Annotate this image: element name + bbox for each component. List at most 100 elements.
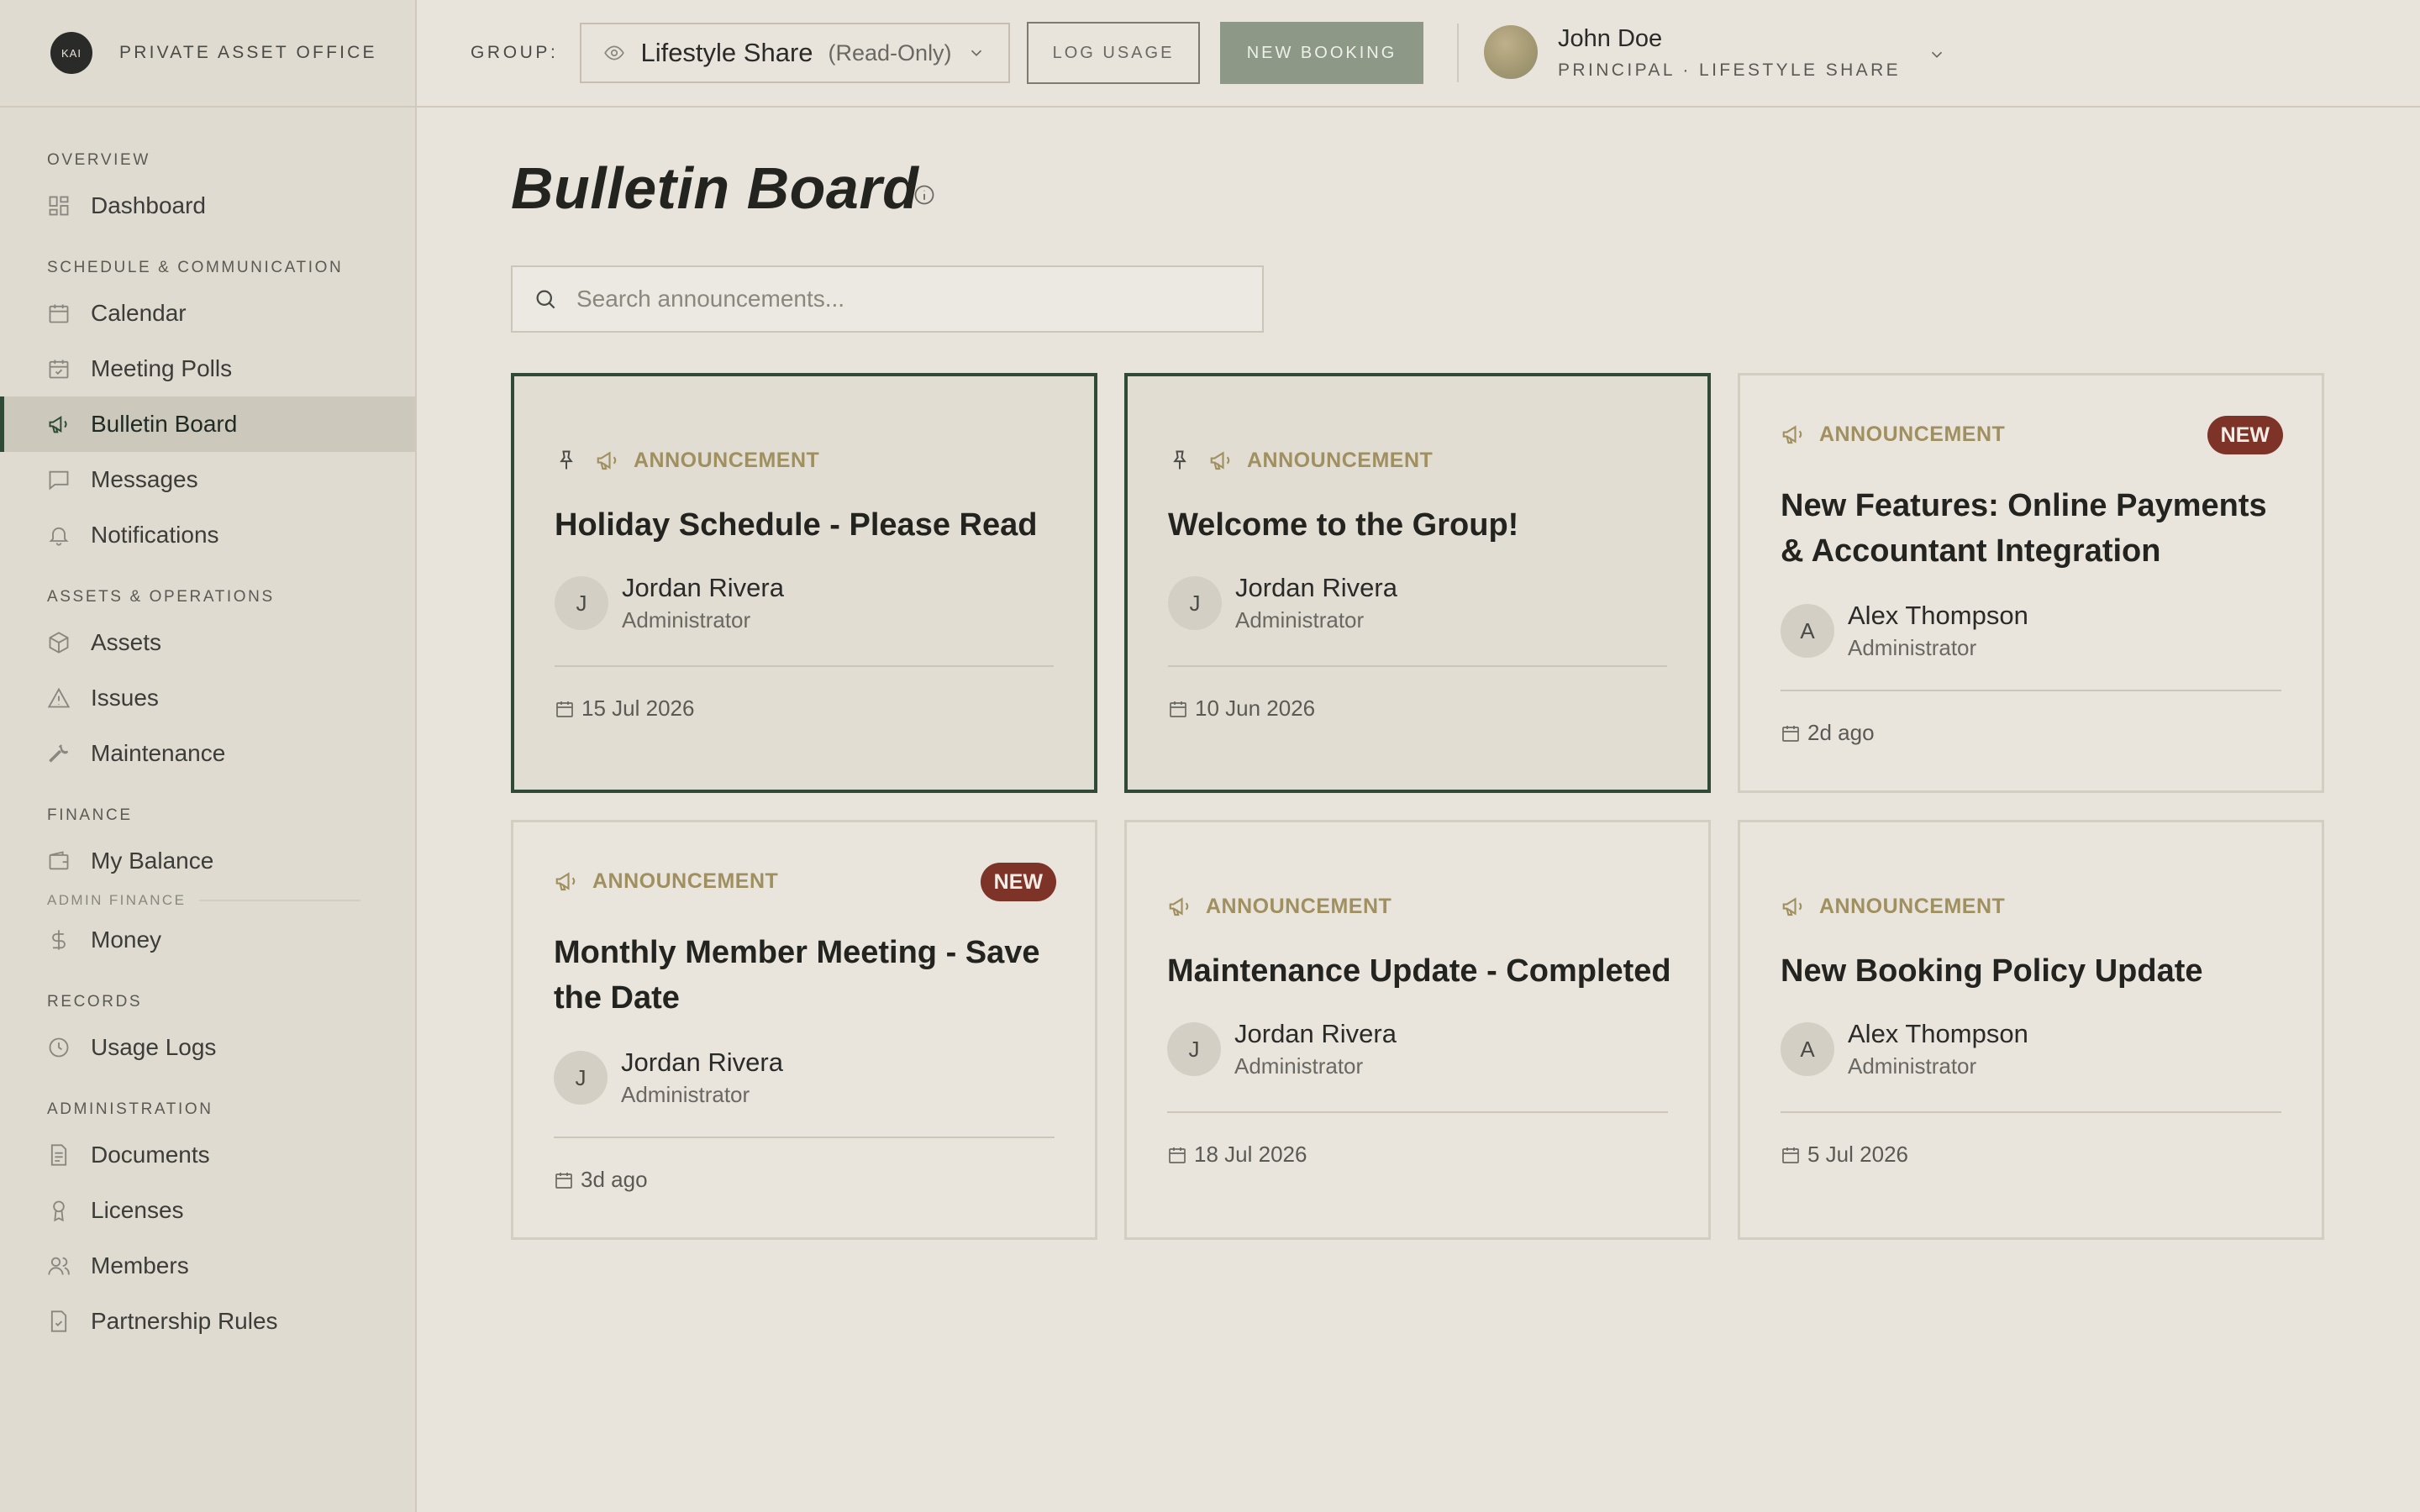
author-name: Alex Thompson	[1848, 601, 2028, 630]
nav-subsection-admin-finance: ADMIN FINANCE	[0, 889, 415, 912]
megaphone-icon	[49, 416, 67, 433]
author-avatar: J	[1168, 576, 1222, 630]
sidebar-item-label: My Balance	[91, 848, 214, 874]
log-usage-button[interactable]: LOG USAGE	[1027, 22, 1200, 84]
info-icon[interactable]	[913, 183, 936, 207]
brand[interactable]: KAI PRIVATE ASSET OFFICE	[0, 0, 415, 108]
calendar-icon	[1782, 1147, 1799, 1163]
sidebar-item-label: Licenses	[91, 1197, 184, 1223]
card-date: 15 Jul 2026	[555, 696, 694, 722]
card-date-text: 15 Jul 2026	[581, 696, 695, 721]
card-type: ANNOUNCEMENT	[1247, 448, 1434, 472]
sidebar-item-messages[interactable]: Messages	[0, 452, 415, 507]
wallet-icon	[49, 851, 69, 870]
box-icon	[49, 632, 69, 654]
calendar-icon	[1782, 725, 1799, 742]
megaphone-icon	[1169, 897, 1189, 916]
author-name: Alex Thompson	[1848, 1019, 2028, 1048]
card-type: ANNOUNCEMENT	[1206, 894, 1392, 918]
announcement-card[interactable]: ANNOUNCEMENT NEW New Features: Online Pa…	[1738, 373, 2324, 793]
search-box	[511, 265, 1264, 333]
search-input[interactable]	[576, 286, 1232, 312]
megaphone-icon	[555, 872, 576, 891]
brand-logo: KAI	[50, 32, 92, 74]
sidebar-item-usage-logs[interactable]: Usage Logs	[0, 1020, 415, 1075]
dashboard-icon	[49, 196, 69, 216]
nav-subsection-label: ADMIN FINANCE	[47, 892, 187, 908]
card-header: ANNOUNCEMENT	[1168, 444, 1433, 477]
sidebar-item-label: Maintenance	[91, 740, 226, 766]
user-role: PRINCIPAL · LIFESTYLE SHARE	[1558, 60, 1902, 80]
page-title: Bulletin Board	[511, 155, 919, 221]
card-title: New Booking Policy Update	[1781, 953, 2203, 989]
card-divider	[1167, 1111, 1668, 1113]
card-divider	[554, 1137, 1055, 1138]
card-divider	[555, 665, 1054, 667]
bell-icon	[49, 527, 69, 546]
group-selector[interactable]: Lifestyle Share (Read-Only)	[580, 23, 1011, 83]
card-date-text: 5 Jul 2026	[1807, 1142, 1908, 1167]
author-name: Jordan Rivera	[621, 1047, 783, 1077]
chevron-down-icon[interactable]	[1928, 45, 1946, 64]
card-header: ANNOUNCEMENT	[1167, 890, 1392, 923]
wrench-icon	[49, 744, 69, 763]
sidebar-item-money[interactable]: Money	[0, 912, 415, 968]
card-title: Welcome to the Group!	[1168, 507, 1519, 543]
announcement-card[interactable]: ANNOUNCEMENT NEW Monthly Member Meeting …	[511, 820, 1097, 1240]
user-name[interactable]: John Doe	[1558, 25, 1662, 53]
card-header: ANNOUNCEMENT	[1781, 890, 2005, 923]
card-divider	[1168, 665, 1667, 667]
card-type: ANNOUNCEMENT	[634, 448, 820, 472]
author-role: Administrator	[1235, 607, 1365, 633]
sidebar-item-meeting-polls[interactable]: Meeting Polls	[0, 341, 415, 396]
file-check-icon	[50, 1310, 67, 1332]
announcement-card[interactable]: ANNOUNCEMENT Holiday Schedule - Please R…	[511, 373, 1097, 793]
announcement-card[interactable]: ANNOUNCEMENT Welcome to the Group! J Jor…	[1124, 373, 1711, 793]
pin-icon	[1173, 450, 1186, 470]
sidebar-item-members[interactable]: Members	[0, 1238, 415, 1294]
sidebar-item-assets[interactable]: Assets	[0, 615, 415, 670]
card-divider	[1781, 1111, 2281, 1113]
calendar-check-icon	[49, 360, 69, 379]
sidebar-item-bulletin-board[interactable]: Bulletin Board	[0, 396, 415, 452]
sidebar-item-my-balance[interactable]: My Balance	[0, 833, 415, 889]
sidebar-item-label: Meeting Polls	[91, 355, 233, 381]
nav-section-schedule: SCHEDULE & COMMUNICATION	[47, 259, 344, 276]
sidebar-item-partnership-rules[interactable]: Partnership Rules	[0, 1294, 415, 1349]
sidebar-item-calendar[interactable]: Calendar	[0, 286, 415, 341]
author-avatar: J	[555, 576, 608, 630]
author-role: Administrator	[1848, 635, 1977, 660]
card-date: 18 Jul 2026	[1167, 1142, 1307, 1168]
author-avatar: J	[1167, 1022, 1221, 1076]
sidebar-item-notifications[interactable]: Notifications	[0, 507, 415, 563]
announcement-card[interactable]: ANNOUNCEMENT New Booking Policy Update A…	[1738, 820, 2324, 1240]
calendar-icon	[49, 304, 69, 323]
sidebar-item-label: Money	[91, 927, 162, 953]
new-badge: NEW	[2207, 416, 2283, 454]
announcement-card[interactable]: ANNOUNCEMENT Maintenance Update - Comple…	[1124, 820, 1711, 1240]
card-title: New Features: Online Payments & Accounta…	[1781, 488, 2267, 569]
sidebar-item-maintenance[interactable]: Maintenance	[0, 726, 415, 781]
card-date-text: 3d ago	[581, 1167, 648, 1192]
sidebar-item-licenses[interactable]: Licenses	[0, 1183, 415, 1238]
card-header: ANNOUNCEMENT	[1781, 417, 2005, 451]
sidebar-item-label: Dashboard	[91, 192, 206, 218]
author-name: Jordan Rivera	[622, 573, 784, 602]
sidebar-item-documents[interactable]: Documents	[0, 1127, 415, 1183]
header-divider	[1457, 24, 1459, 82]
sidebar-item-label: Partnership Rules	[91, 1308, 278, 1334]
message-icon	[49, 470, 69, 491]
avatar[interactable]	[1484, 25, 1538, 79]
card-date: 3d ago	[554, 1167, 648, 1193]
sidebar-item-issues[interactable]: Issues	[0, 670, 415, 726]
nav-section-administration: ADMINISTRATION	[47, 1100, 213, 1118]
card-header: ANNOUNCEMENT	[555, 444, 819, 477]
sidebar-item-label: Messages	[91, 466, 198, 492]
new-booking-button[interactable]: NEW BOOKING	[1220, 22, 1423, 84]
sidebar-item-label: Assets	[91, 629, 162, 655]
card-type: ANNOUNCEMENT	[592, 869, 779, 893]
author-role: Administrator	[621, 1082, 750, 1107]
card-date-text: 2d ago	[1807, 720, 1875, 745]
sidebar-item-dashboard[interactable]: Dashboard	[0, 178, 415, 234]
megaphone-icon	[1782, 897, 1802, 916]
